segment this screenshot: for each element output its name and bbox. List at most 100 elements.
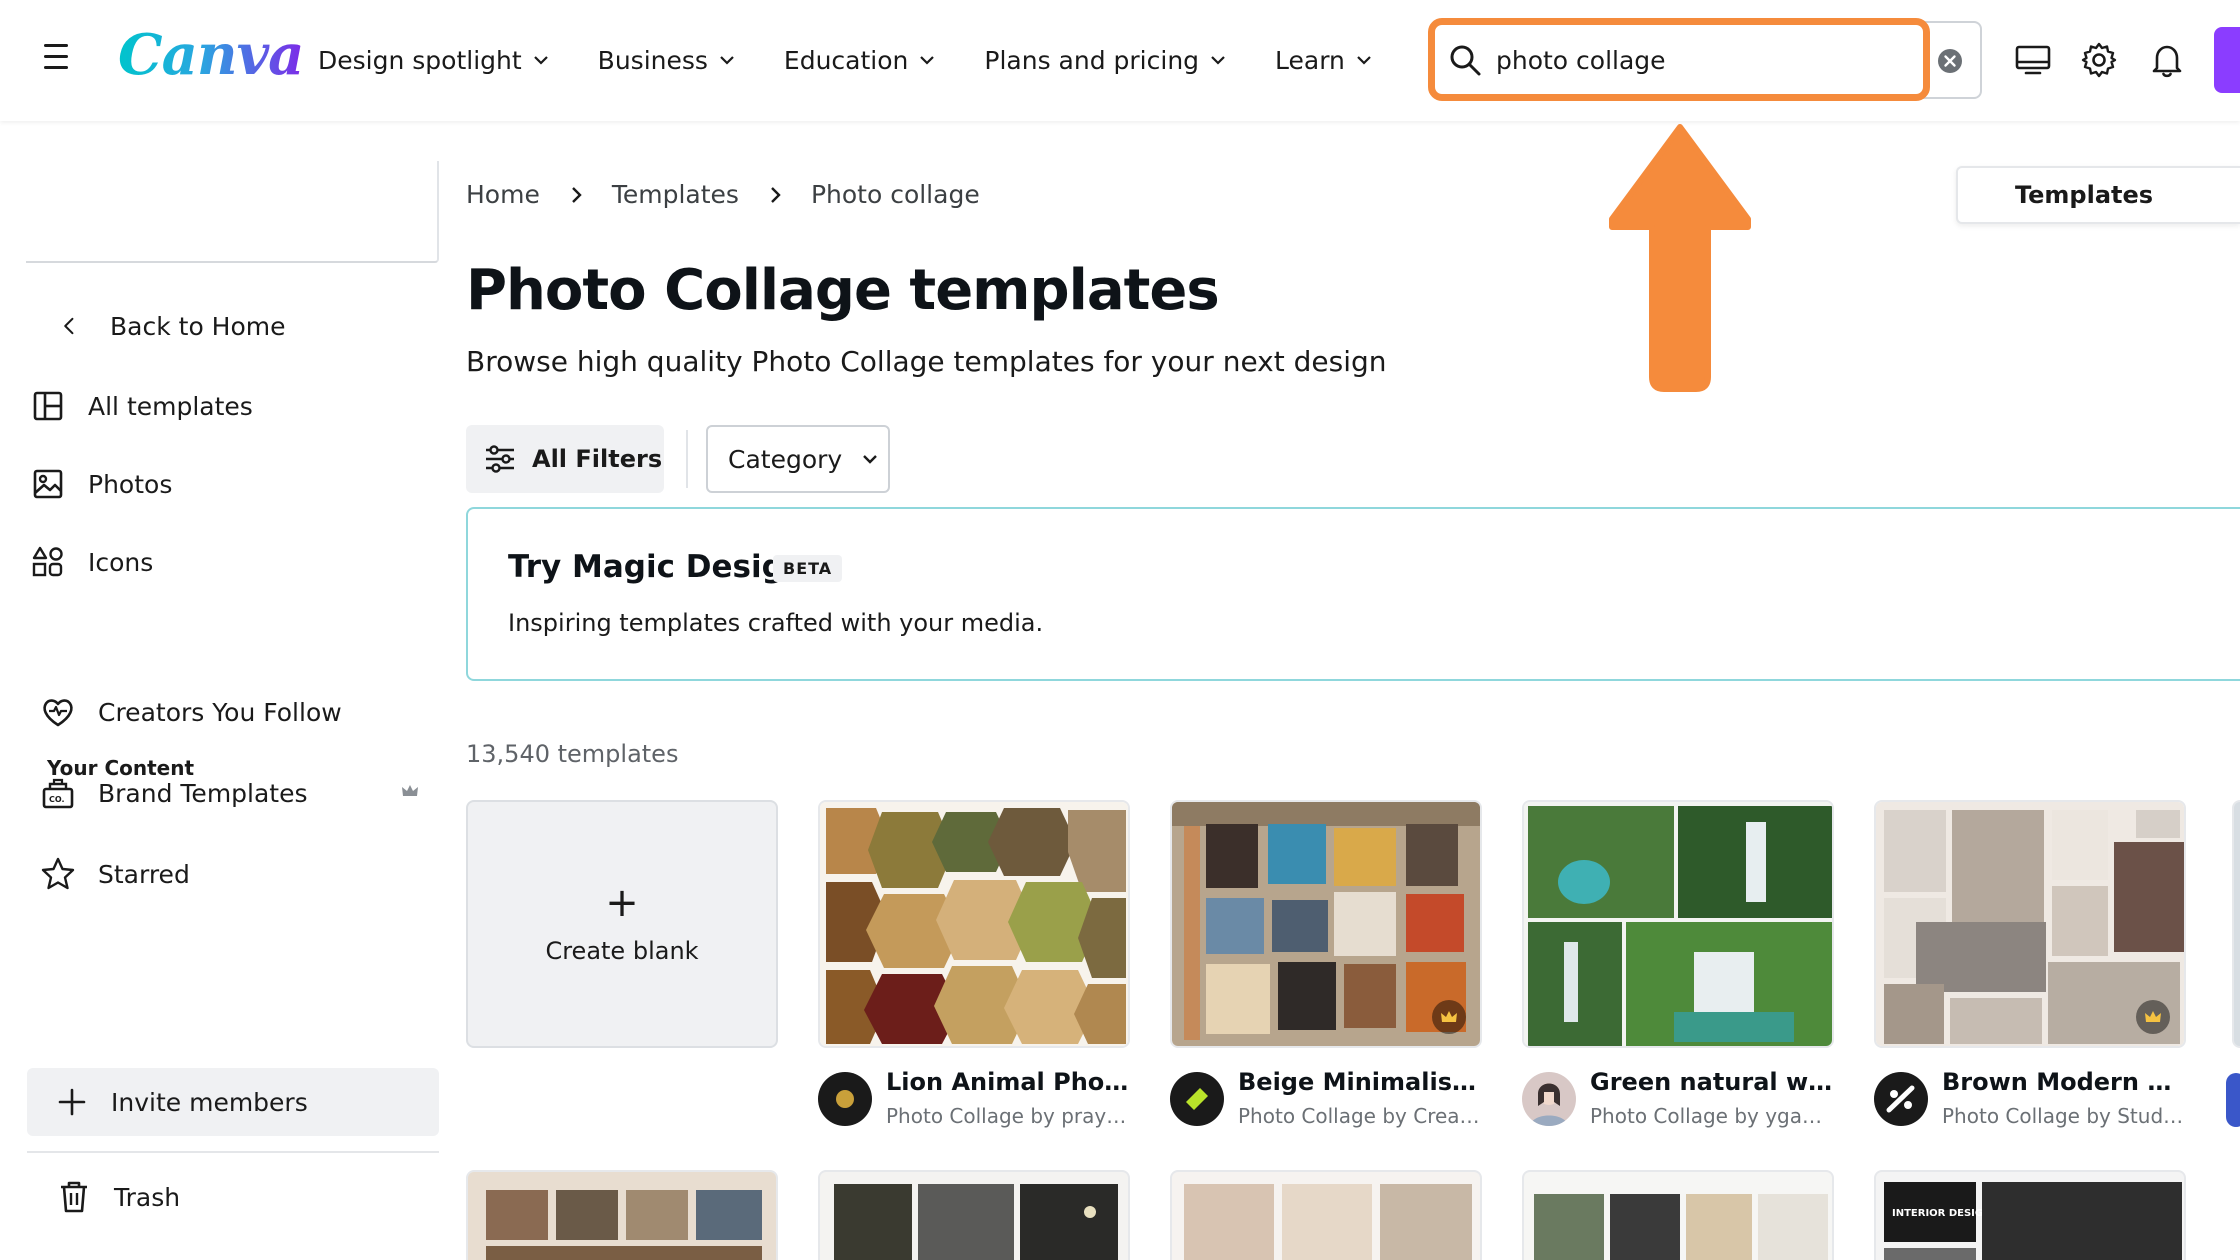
- nav-learn[interactable]: Learn: [1275, 40, 1373, 80]
- template-author[interactable]: Photo Collage by prayo...: [886, 1104, 1130, 1128]
- chevron-right-icon: [771, 186, 781, 203]
- svg-text:CO.: CO.: [49, 795, 65, 804]
- nav-design-spotlight[interactable]: Design spotlight: [318, 40, 550, 80]
- creator-avatar[interactable]: [1522, 1072, 1576, 1126]
- nav-plans-and-pricing[interactable]: Plans and pricing: [984, 40, 1227, 80]
- create-blank-button[interactable]: + Create blank: [466, 800, 778, 1048]
- brand-kit-icon: CO.: [42, 778, 74, 809]
- plus-icon: [58, 1088, 86, 1116]
- back-to-home-link[interactable]: Back to Home: [58, 303, 286, 349]
- template-thumbnail[interactable]: [1522, 1170, 1834, 1260]
- sidebar-item-label: All templates: [88, 391, 253, 421]
- couple-collage-image: [1184, 1184, 1472, 1260]
- templates-tab[interactable]: Templates: [1956, 166, 2240, 224]
- magic-design-title: Try Magic Design: [508, 549, 806, 585]
- chevron-down-icon: [1211, 56, 1225, 65]
- template-thumbnail[interactable]: [466, 1170, 778, 1260]
- template-title[interactable]: Brown Modern Clea...: [1942, 1068, 2186, 1096]
- creator-avatar[interactable]: [818, 1072, 872, 1126]
- plus-icon: +: [605, 880, 639, 926]
- svg-text:INTERIOR DESIGN: INTERIOR DESIGN: [1892, 1208, 1991, 1219]
- page-title: Photo Collage templates: [466, 258, 1220, 323]
- star-icon: [41, 857, 75, 890]
- results-count: 13,540 templates: [466, 740, 679, 768]
- template-thumbnail[interactable]: [1522, 800, 1834, 1048]
- chevron-down-icon: [533, 56, 548, 65]
- dark-interior-collage-image: [834, 1184, 1118, 1260]
- template-title[interactable]: Beige Minimalist S...: [1238, 1068, 1482, 1096]
- sidebar-item-trash[interactable]: Trash: [56, 1174, 180, 1220]
- breadcrumb-home[interactable]: Home: [466, 180, 540, 209]
- magic-design-subtitle: Inspiring templates crafted with your me…: [508, 609, 1044, 637]
- template-card[interactable]: Brown Modern Clea... Photo Collage by St…: [1874, 800, 2186, 1134]
- template-author[interactable]: Photo Collage by yganko: [1590, 1104, 1834, 1128]
- orange-arrow-annotation: [1609, 124, 1751, 392]
- invite-members-label: Invite members: [111, 1087, 308, 1117]
- template-card[interactable]: Green natural wate... Photo Collage by y…: [1522, 800, 1834, 1134]
- hamburger-menu-icon[interactable]: [44, 44, 76, 76]
- template-meta: Beige Minimalist S... Photo Collage by C…: [1170, 1068, 1482, 1134]
- search-input[interactable]: [1496, 40, 1916, 80]
- template-thumbnail[interactable]: INTERIOR DESIGN: [1874, 1170, 2186, 1260]
- template-title[interactable]: Green natural wate...: [1590, 1068, 1834, 1096]
- creator-avatar[interactable]: [1170, 1072, 1224, 1126]
- waterfall-collage-image: [1524, 802, 1832, 1046]
- template-thumbnail[interactable]: [1170, 800, 1482, 1048]
- search-icon: [1450, 45, 1481, 76]
- all-filters-label: All Filters: [532, 445, 663, 473]
- template-thumbnail[interactable]: [818, 1170, 1130, 1260]
- sidebar-item-icons[interactable]: Icons: [30, 539, 153, 585]
- template-thumbnail[interactable]: [1874, 800, 2186, 1048]
- magic-design-banner[interactable]: Try Magic Design BETA Inspiring template…: [466, 507, 2240, 681]
- chevron-down-icon: [920, 56, 935, 65]
- breadcrumb-templates[interactable]: Templates: [612, 180, 739, 209]
- canva-logo[interactable]: Canva: [118, 22, 304, 88]
- shapes-icon: [32, 546, 63, 577]
- notifications-bell-icon[interactable]: [2148, 41, 2186, 79]
- settings-gear-icon[interactable]: [2080, 41, 2118, 79]
- sidebar-item-all-templates[interactable]: All templates: [30, 383, 253, 429]
- sidebar-item-creators-you-follow[interactable]: Creators You Follow: [40, 689, 342, 735]
- template-thumbnail[interactable]: [818, 800, 1130, 1048]
- template-meta: Lion Animal Photo ... Photo Collage by p…: [818, 1068, 1130, 1134]
- crown-premium-icon: [402, 785, 418, 796]
- sidebar-item-starred[interactable]: Starred: [40, 851, 190, 897]
- nav-business[interactable]: Business: [598, 40, 736, 80]
- template-author[interactable]: Photo Collage by Studi...: [1942, 1104, 2186, 1128]
- template-card-partial[interactable]: [2232, 800, 2240, 1048]
- sidebar-item-photos[interactable]: Photos: [30, 461, 172, 507]
- creator-logo-icon: [1186, 1088, 1208, 1110]
- nav-label: Education: [783, 45, 909, 75]
- template-author[interactable]: Photo Collage by Creati...: [1238, 1104, 1482, 1128]
- nav-education[interactable]: Education: [784, 40, 936, 80]
- layout-icon: [33, 391, 63, 421]
- nav-label: Plans and pricing: [984, 45, 1200, 75]
- template-title[interactable]: Lion Animal Photo ...: [886, 1068, 1130, 1096]
- creator-avatar[interactable]: [2226, 1073, 2240, 1127]
- landscape-collage-image: [486, 1190, 762, 1260]
- sidebar-search-area: [26, 161, 439, 263]
- beta-badge: BETA: [773, 555, 843, 582]
- premium-crown-badge: [2136, 1000, 2170, 1034]
- invite-members-button[interactable]: Invite members: [27, 1068, 439, 1136]
- clear-search-icon[interactable]: [1936, 47, 1964, 75]
- template-meta: Green natural wate... Photo Collage by y…: [1522, 1068, 1834, 1134]
- desktop-app-icon[interactable]: [2014, 41, 2052, 79]
- all-filters-button[interactable]: All Filters: [466, 425, 664, 493]
- chevron-down-icon: [863, 455, 878, 464]
- create-design-button[interactable]: [2214, 27, 2240, 93]
- template-card[interactable]: Beige Minimalist S... Photo Collage by C…: [1170, 800, 1482, 1134]
- template-card[interactable]: Lion Animal Photo ... Photo Collage by p…: [818, 800, 1130, 1134]
- wedding-collage-image: [1534, 1194, 1828, 1260]
- nav-label: Business: [597, 45, 708, 75]
- chevron-right-icon: [571, 186, 582, 203]
- sidebar-item-label: Icons: [88, 547, 154, 577]
- sidebar-item-brand-templates[interactable]: CO. Brand Templates: [40, 770, 308, 816]
- filter-sliders-icon: [486, 445, 514, 473]
- sidebar-item-label: Photos: [88, 469, 173, 499]
- creator-avatar[interactable]: [1874, 1072, 1928, 1126]
- breadcrumb-current: Photo collage: [810, 180, 980, 209]
- category-dropdown[interactable]: Category: [706, 425, 890, 493]
- nav-label: Design spotlight: [318, 45, 522, 75]
- template-thumbnail[interactable]: [1170, 1170, 1482, 1260]
